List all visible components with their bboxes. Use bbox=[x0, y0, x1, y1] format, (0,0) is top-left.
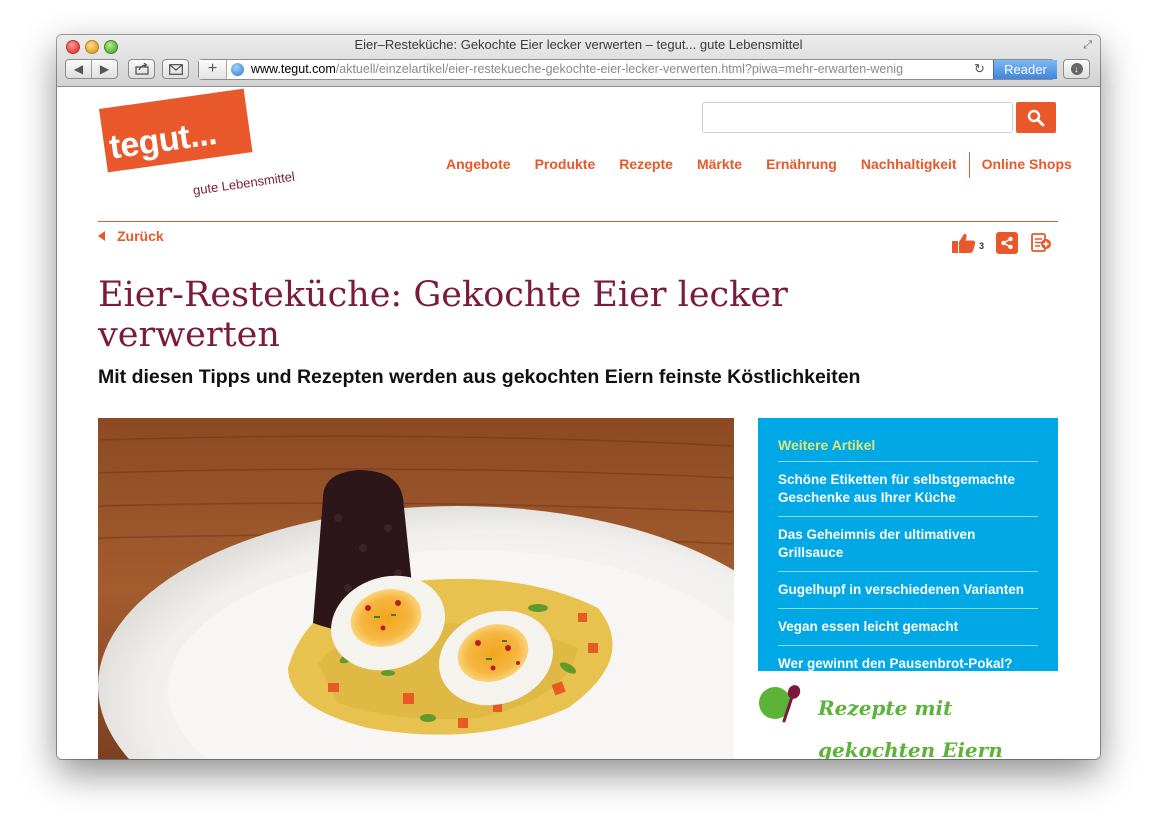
article-link[interactable]: Wer gewinnt den Pausenbrot-Pokal? bbox=[778, 645, 1038, 682]
browser-toolbar: Eier–Resteküche: Gekochte Eier lecker ve… bbox=[57, 35, 1100, 87]
further-articles-box: Weitere Artikel Schöne Etiketten für sel… bbox=[758, 418, 1058, 671]
url-text[interactable]: www.tegut.com/aktuell/einzelartikel/eier… bbox=[251, 62, 971, 76]
nav-divider bbox=[968, 152, 970, 178]
envelope-icon bbox=[168, 63, 183, 75]
article-link[interactable]: Schöne Etiketten für selbstgemachte Gesc… bbox=[778, 461, 1038, 516]
thumbs-up-icon[interactable] bbox=[951, 232, 977, 254]
article-link[interactable]: Gugelhupf in verschiedenen Varianten bbox=[778, 571, 1038, 608]
window-title: Eier–Resteküche: Gekochte Eier lecker ve… bbox=[354, 37, 803, 52]
like-count: 3 bbox=[979, 241, 985, 251]
save-recipe-button[interactable] bbox=[1030, 232, 1052, 254]
share-icon bbox=[134, 63, 149, 75]
add-bookmark-button[interactable]: + bbox=[199, 60, 227, 79]
notepad-add-icon bbox=[1031, 233, 1052, 252]
logo-tagline: gute Lebensmittel bbox=[192, 168, 296, 198]
nav-rezepte[interactable]: Rezepte bbox=[619, 156, 673, 178]
nav-angebote[interactable]: Angebote bbox=[446, 156, 511, 178]
nav-online-shops[interactable]: Online Shops bbox=[982, 156, 1072, 178]
search-input[interactable] bbox=[702, 102, 1013, 133]
main-navigation: Angebote Produkte Rezepte Märkte Ernähru… bbox=[446, 152, 1096, 178]
back-forward-buttons: ◀ ▶ bbox=[65, 59, 118, 79]
recipes-teaser-link[interactable]: Rezepte mit gekochten Eiern bbox=[818, 687, 1048, 759]
browser-window: Eier–Resteküche: Gekochte Eier lecker ve… bbox=[57, 35, 1100, 759]
nav-nachhaltigkeit[interactable]: Nachhaltigkeit bbox=[861, 156, 957, 178]
hero-image bbox=[98, 418, 734, 759]
mail-button[interactable] bbox=[162, 59, 189, 79]
url-path: /aktuell/einzelartikel/eier-restekueche-… bbox=[335, 62, 904, 76]
web-page: tegut... gute Lebensmittel Angebote Prod… bbox=[57, 87, 1100, 759]
address-bar[interactable]: + www.tegut.com/aktuell/einzelartikel/ei… bbox=[198, 59, 1057, 80]
recipe-spoon-icon bbox=[759, 685, 801, 723]
further-articles-list: Schöne Etiketten für selbstgemachte Gesc… bbox=[778, 461, 1038, 682]
back-label: Zurück bbox=[117, 228, 164, 244]
header-divider bbox=[98, 221, 1058, 222]
article-actions: 3 bbox=[951, 232, 1052, 254]
nav-produkte[interactable]: Produkte bbox=[535, 156, 596, 178]
fullscreen-icon[interactable]: ⤢ bbox=[1083, 39, 1092, 52]
search-icon bbox=[1027, 109, 1045, 126]
article-link[interactable]: Das Geheimnis der ultimativen Grillsauce bbox=[778, 516, 1038, 571]
further-articles-title: Weitere Artikel bbox=[778, 437, 876, 453]
forward-arrow-icon[interactable]: ▶ bbox=[92, 62, 117, 76]
share-article-button[interactable] bbox=[996, 232, 1019, 254]
reader-button[interactable]: Reader bbox=[993, 60, 1057, 79]
globe-icon bbox=[231, 63, 244, 76]
share-button[interactable] bbox=[128, 59, 155, 79]
reload-icon[interactable]: ↻ bbox=[974, 61, 985, 77]
article-link[interactable]: Vegan essen leicht gemacht bbox=[778, 608, 1038, 645]
back-triangle-icon bbox=[98, 231, 105, 241]
food-photo bbox=[98, 418, 734, 759]
search-button[interactable] bbox=[1016, 102, 1056, 133]
back-link[interactable]: Zurück bbox=[98, 228, 164, 244]
article-subtitle: Mit diesen Tipps und Rezepten werden aus… bbox=[98, 366, 861, 388]
article-title: Eier-Resteküche: Gekochte Eier lecker ve… bbox=[98, 275, 788, 355]
share-nodes-icon bbox=[1001, 236, 1013, 250]
downloads-button[interactable]: ↓ bbox=[1063, 59, 1090, 79]
nav-maerkte[interactable]: Märkte bbox=[697, 156, 742, 178]
back-arrow-icon[interactable]: ◀ bbox=[66, 62, 91, 76]
url-domain: www.tegut.com bbox=[251, 62, 336, 76]
download-icon: ↓ bbox=[1070, 63, 1083, 75]
nav-ernaehrung[interactable]: Ernährung bbox=[766, 156, 837, 178]
